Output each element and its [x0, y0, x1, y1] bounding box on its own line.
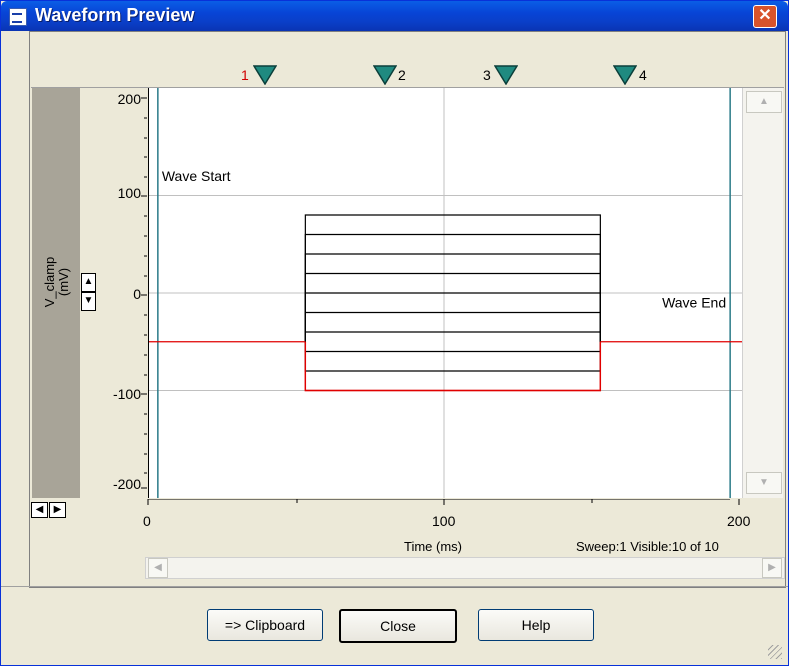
scroll-left-button[interactable]: ◀: [148, 558, 168, 578]
scroll-down-button[interactable]: ▼: [746, 472, 782, 494]
title-bar[interactable]: Waveform Preview ✕: [1, 1, 788, 31]
wave-end-label: Wave End: [662, 295, 726, 311]
y-axis-title-line2: (mV): [56, 267, 71, 297]
x-tick-marks: [147, 499, 740, 505]
y-axis-title-line1: V_clamp: [42, 256, 57, 308]
waveform-plot[interactable]: Wave Start Wave End: [148, 88, 742, 498]
cursor-label-2: 2: [398, 67, 406, 83]
x-axis-area: ◀ ▶ 0 100 200 Time (ms) Sweep:1 Visible:…: [31, 499, 785, 579]
sweep-trace: [304, 253, 601, 342]
cursor-marker-3[interactable]: [494, 65, 518, 85]
x-tick-label: 200: [727, 513, 751, 529]
cursor-label-3: 3: [483, 67, 491, 83]
x-axis-title: Time (ms): [404, 539, 463, 554]
scroll-right-button[interactable]: ▶: [762, 558, 782, 578]
resize-grip-icon[interactable]: [768, 645, 782, 659]
sweep-trace: [304, 341, 601, 372]
sweep-trace: [304, 331, 601, 342]
y-axis-label-panel: V_clamp (mV): [32, 88, 80, 498]
y-axis-title: V_clamp (mV): [42, 232, 71, 332]
vertical-scrollbar[interactable]: ▲ ▼: [742, 88, 783, 498]
separator: [1, 586, 788, 587]
cursor-triangle-icon: [494, 65, 518, 85]
waveform-app-icon: [9, 8, 27, 26]
close-window-button[interactable]: ✕: [753, 5, 777, 28]
y-zoom-up-button[interactable]: ▲: [81, 273, 96, 292]
sweep-trace: [304, 311, 601, 342]
sweep-trace: [304, 233, 601, 342]
x-tick-label: 0: [143, 513, 151, 529]
waveform-preview-window: Waveform Preview ✕ 1 2 3 4 V_clamp (mV) …: [0, 0, 789, 666]
sweep-trace: [304, 292, 601, 342]
cursor-triangle-icon: [253, 65, 277, 85]
cursor-label-1: 1: [241, 67, 249, 83]
sweep-trace-active-overlay: [304, 341, 602, 392]
cursor-marker-2[interactable]: [373, 65, 397, 85]
sweep-trace-active: [304, 341, 601, 392]
cursor-label-4: 4: [639, 67, 647, 83]
waveform-chart: Wave Start Wave End: [149, 88, 742, 498]
sweep-trace: [304, 341, 601, 353]
x-tick-label: 100: [432, 513, 456, 529]
cursor-marker-4[interactable]: [613, 65, 637, 85]
close-button[interactable]: Close: [339, 609, 457, 643]
sweep-status: Sweep:1 Visible:10 of 10: [576, 539, 719, 554]
cursor-marker-1[interactable]: [253, 65, 277, 85]
window-title: Waveform Preview: [35, 5, 195, 25]
scroll-up-button[interactable]: ▲: [746, 91, 782, 113]
y-zoom-down-button[interactable]: ▼: [81, 292, 96, 311]
horizontal-scrollbar[interactable]: ◀ ▶: [145, 557, 785, 579]
help-button[interactable]: Help: [478, 609, 594, 641]
cursor-triangle-icon: [613, 65, 637, 85]
cursor-bar: [31, 63, 784, 88]
cursor-triangle-icon: [373, 65, 397, 85]
clipboard-button[interactable]: => Clipboard: [207, 609, 323, 641]
wave-start-label: Wave Start: [162, 168, 231, 184]
